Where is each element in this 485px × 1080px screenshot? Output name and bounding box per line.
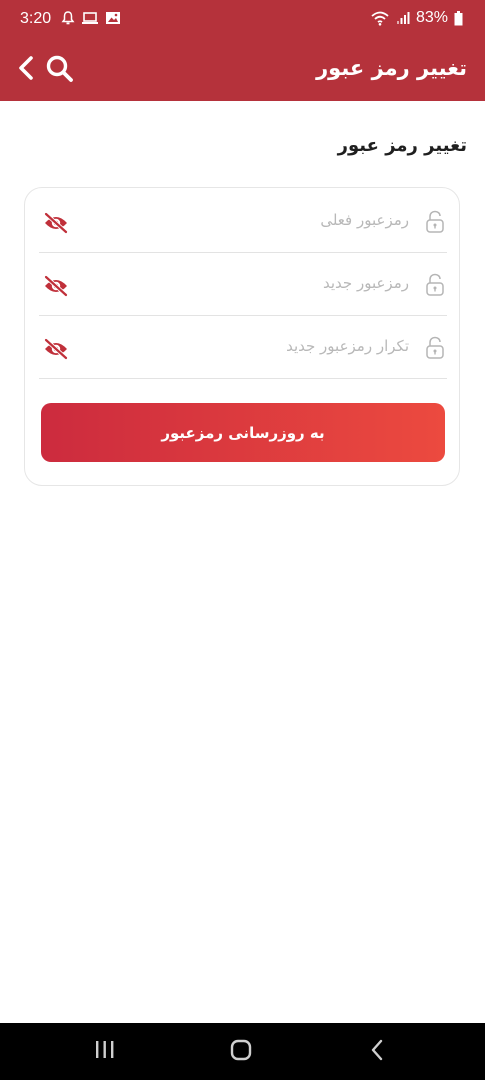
status-bar: 3:20 83% <box>0 0 485 38</box>
section-title: تغییر رمز عبور <box>337 135 467 156</box>
eye-off-icon[interactable] <box>43 275 69 297</box>
update-password-button[interactable]: به روزرسانی رمزعبور <box>41 403 445 462</box>
lock-icon <box>426 336 444 359</box>
current-password-field[interactable]: رمزعبور فعلی <box>39 190 447 253</box>
back-icon[interactable] <box>368 1039 386 1061</box>
recent-apps-icon[interactable] <box>94 1039 116 1061</box>
repeat-new-password-field[interactable]: تکرار رمزعبور جدید <box>39 316 447 379</box>
laptop-icon <box>82 12 98 24</box>
search-icon[interactable] <box>45 54 75 84</box>
battery-percentage: 83% <box>415 9 448 26</box>
status-left-icons <box>61 11 121 25</box>
battery-icon <box>454 10 463 25</box>
wifi-icon <box>371 11 389 26</box>
new-password-field[interactable]: رمزعبور جدید <box>39 253 447 316</box>
status-time: 3:20 <box>20 10 52 27</box>
system-nav-bar <box>0 1023 485 1080</box>
repeat-new-password-placeholder: تکرار رمزعبور جدید <box>286 337 409 355</box>
current-password-placeholder: رمزعبور فعلی <box>320 211 409 229</box>
status-right-icons: 83% <box>370 9 463 27</box>
lock-icon <box>426 273 444 296</box>
top-bar: 3:20 83% تغییر رمز عبور <box>0 0 485 101</box>
signal-icon <box>396 12 410 24</box>
new-password-placeholder: رمزعبور جدید <box>323 274 409 292</box>
eye-off-icon[interactable] <box>43 338 69 360</box>
eye-off-icon[interactable] <box>43 212 69 234</box>
notification-bell-icon <box>61 11 75 25</box>
image-icon <box>106 12 120 24</box>
app-bar-title: تغییر رمز عبور <box>316 56 467 80</box>
lock-icon <box>426 210 444 233</box>
back-chevron-icon[interactable] <box>16 55 38 81</box>
home-icon[interactable] <box>229 1039 253 1061</box>
change-password-card: رمزعبور فعلی رمزعبور جدید تکرار رمزعبور … <box>24 187 460 486</box>
